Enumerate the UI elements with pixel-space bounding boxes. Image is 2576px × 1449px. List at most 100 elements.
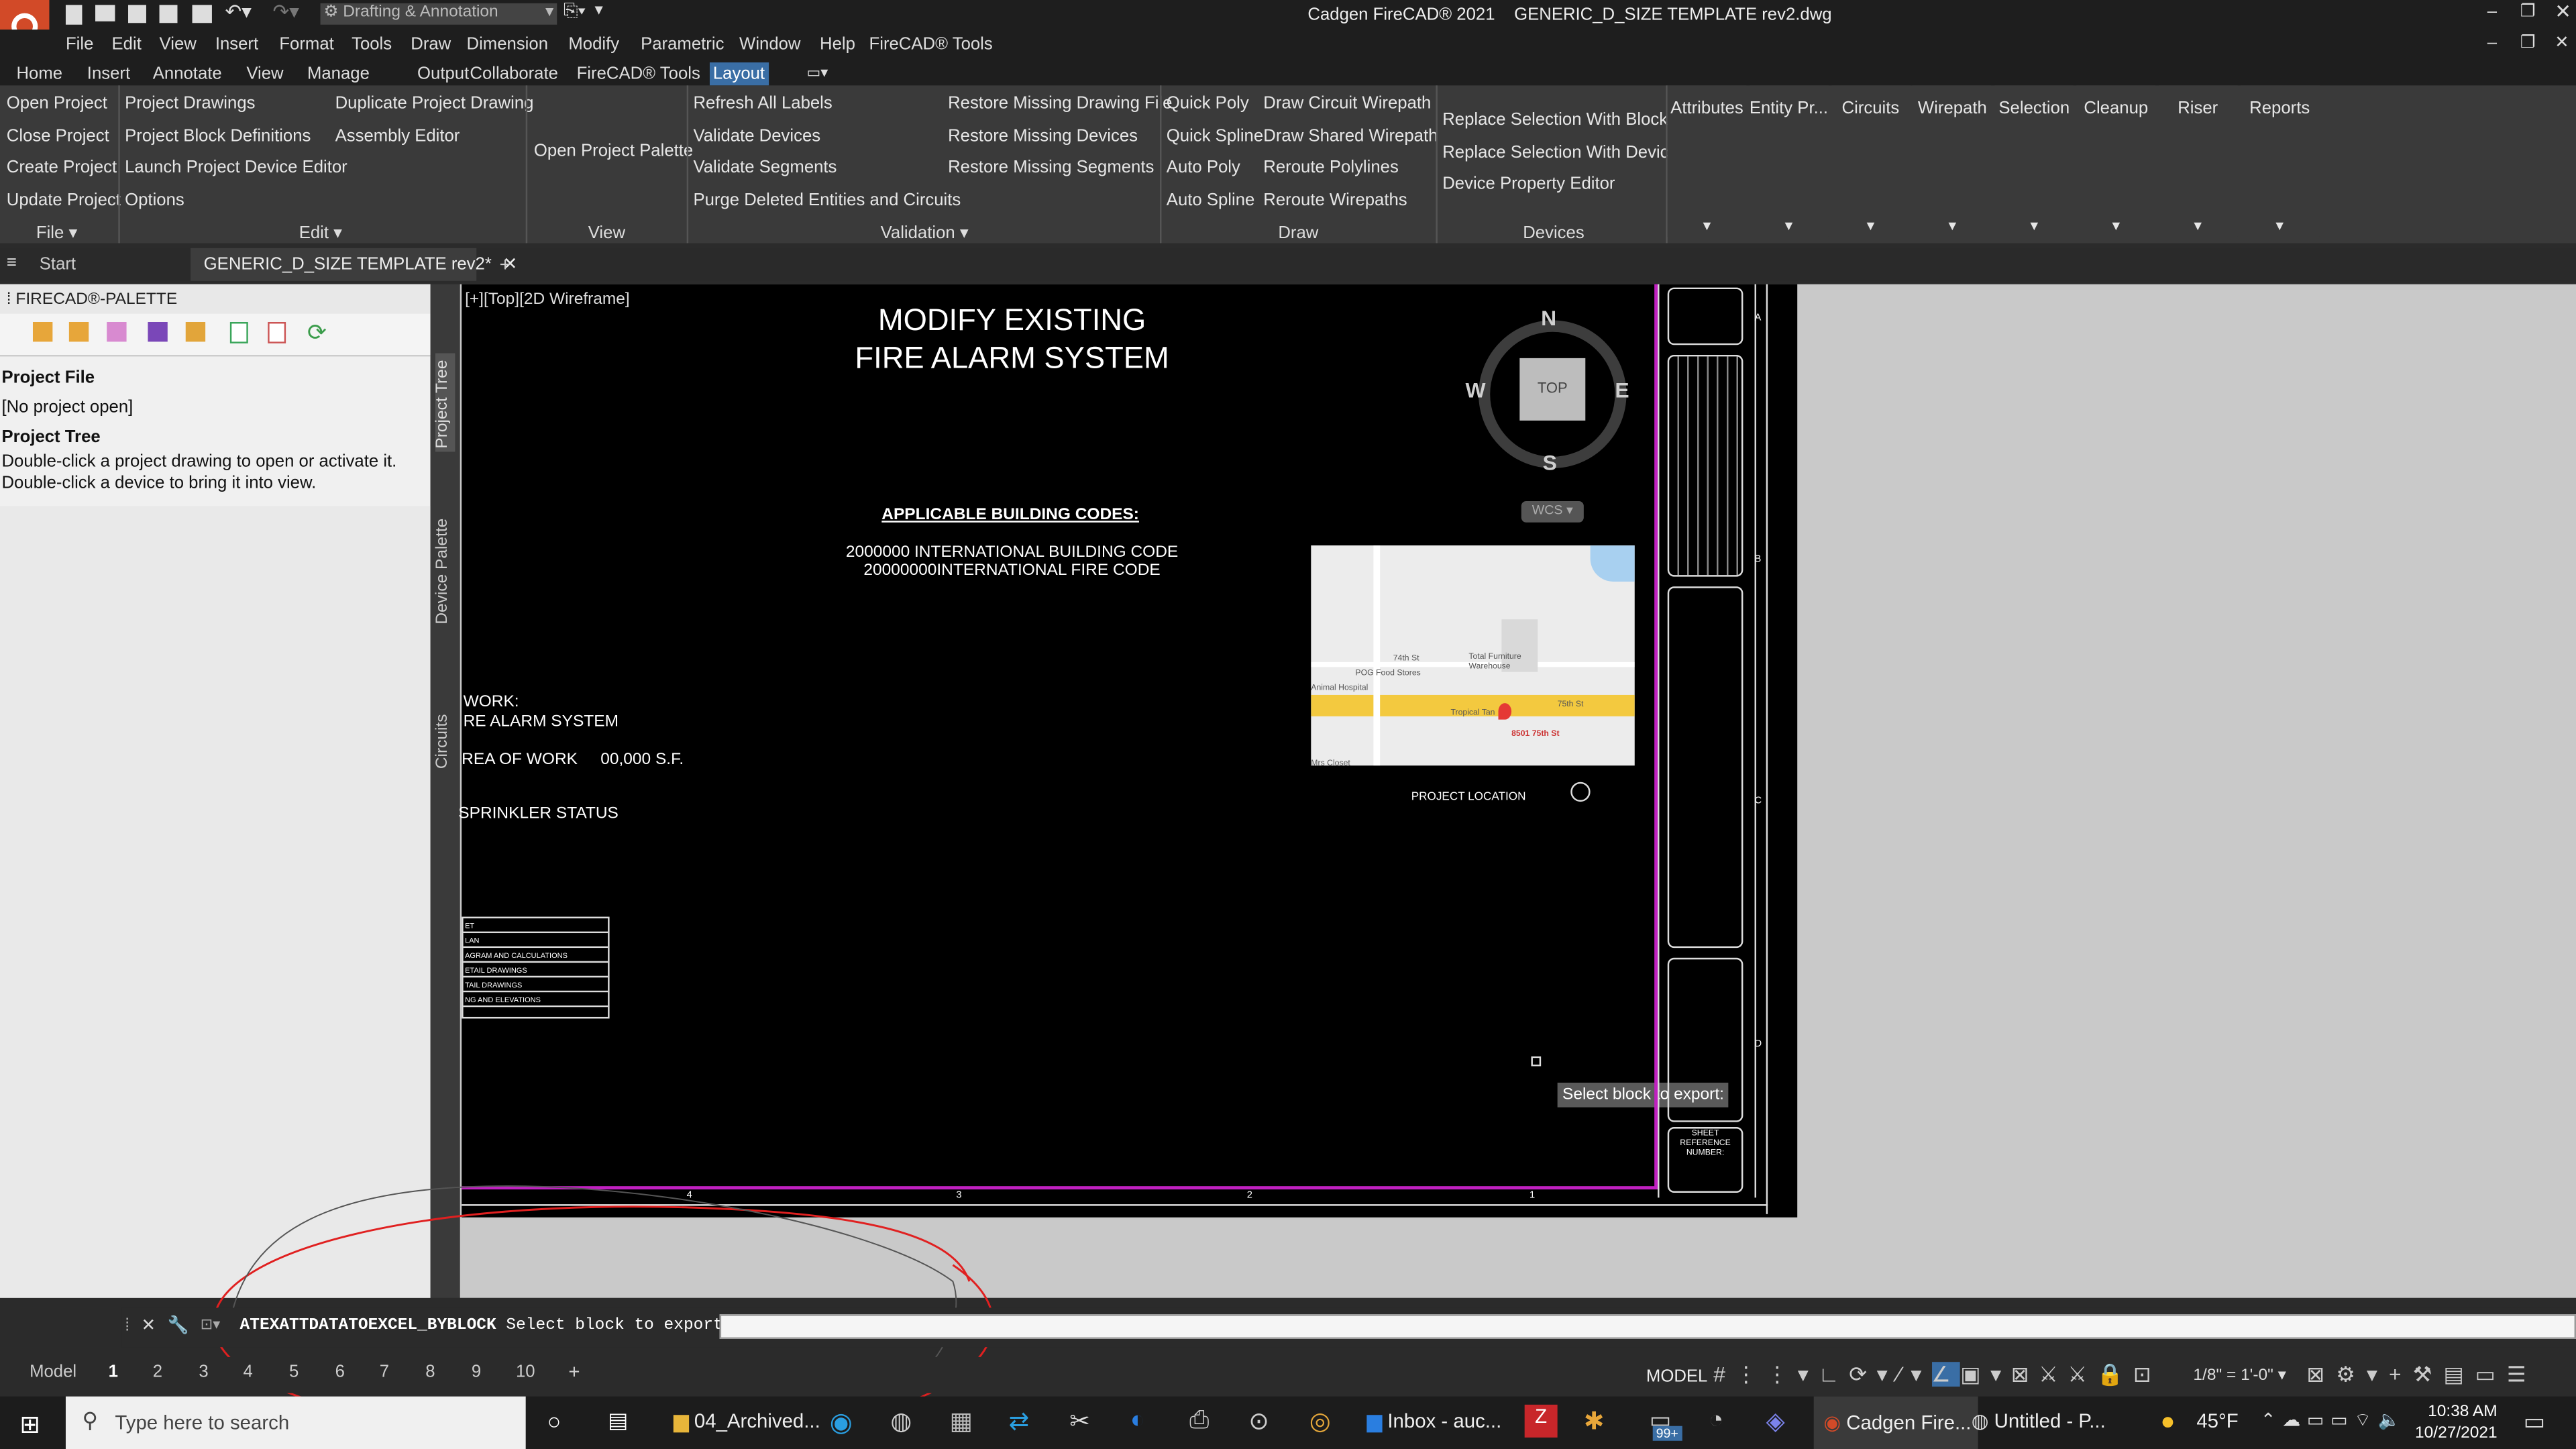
menu-item-tools[interactable]: Tools [352,34,392,54]
save-icon[interactable] [148,322,168,342]
taskbar-app-explorer[interactable]: ▆ 04_Archived... [674,1409,820,1432]
new-file-icon[interactable] [65,5,83,25]
save-icon[interactable] [128,5,146,23]
layout-tab-5[interactable]: 5 [289,1362,299,1381]
file-close-project-button[interactable]: Close Project [7,125,109,145]
validation-restore-missing-segments-button[interactable]: Restore Missing Segments [948,158,1154,177]
edit-assembly-editor-button[interactable]: Assembly Editor [335,125,460,145]
weather-temp[interactable]: 45°F [2196,1409,2238,1432]
action-center-icon[interactable]: ▭ [2524,1408,2545,1436]
edit-options-button[interactable]: Options [125,190,184,209]
tab-active-drawing[interactable]: GENERIC_D_SIZE TEMPLATE rev2* ✕ [191,248,517,281]
ribbon-dropdown-wirepath[interactable]: Wirepath ▼ [1913,85,1992,237]
add-page-icon[interactable] [229,322,248,343]
layout-tab-6[interactable]: 6 [335,1362,345,1381]
workspace-dropdown[interactable]: ⚙ Drafting & Annotation ▾ [320,3,557,25]
edit-project-drawings-button[interactable]: Project Drawings [125,94,255,113]
draw-reroute-polylines-button[interactable]: Reroute Polylines [1263,158,1399,177]
status-right-tools-icon[interactable]: ⊠⚙▾+⚒▤▭☰ [2306,1362,2537,1388]
add-layout-icon[interactable]: + [568,1360,580,1383]
share-icon[interactable]: ⎘▾ [564,1,586,23]
print-icon[interactable] [192,5,212,23]
app-orange-icon[interactable]: ✱ [1584,1406,1605,1436]
printer-icon[interactable]: ⎙ [1189,1406,1209,1434]
draw-reroute-wirepaths-button[interactable]: Reroute Wirepaths [1263,190,1407,209]
teams-icon[interactable]: ◈ [1766,1406,1785,1436]
app-blue-icon[interactable]: ◐ [1130,1406,1145,1434]
edit-project-block-definitions-button[interactable]: Project Block Definitions [125,125,311,145]
snip-icon[interactable]: ✂ [1069,1406,1090,1436]
draw-auto-spline-button[interactable]: Auto Spline [1167,190,1255,209]
windows-start-icon[interactable]: ⊞ [19,1409,40,1440]
menu-hamburger-icon[interactable]: ≡ [7,253,17,272]
new-tab-icon[interactable]: + [499,253,511,276]
annotation-scale[interactable]: 1/8" = 1'-0" ▾ [2193,1367,2286,1385]
taskbar-search[interactable]: ⚲ Type here to search [65,1396,526,1449]
file-update-project-button[interactable]: Update Project [7,190,121,209]
ribbon-tab-insert[interactable]: Insert [84,62,133,85]
validation-restore-missing-devices-button[interactable]: Restore Missing Devices [948,125,1138,145]
menu-item-modify[interactable]: Modify [568,34,619,54]
ribbon-tab-annotate[interactable]: Annotate [150,62,225,85]
qat-dropdown-icon[interactable]: ▾ [595,1,603,19]
recent-commands-icon[interactable]: ⊡▾ [201,1316,221,1334]
menu-item-firecadtools[interactable]: FireCAD® Tools [869,34,993,54]
filezilla-icon[interactable]: Z [1524,1404,1558,1438]
taskbar-app-outlook[interactable]: ▆ Inbox - auc... [1367,1409,1502,1432]
viewcube-top[interactable]: TOP [1519,358,1586,421]
compass-w[interactable]: W [1466,378,1486,402]
layout-tab-2[interactable]: 2 [153,1362,162,1381]
folder-add-icon[interactable] [68,322,89,342]
validation-restore-missing-drawing-file-button[interactable]: Restore Missing Drawing File [948,94,1172,113]
layout-tab-1[interactable]: 1 [109,1362,118,1381]
layout-paper[interactable]: [+][Top][2D Wireframe] MODIFY EXISTING F… [458,284,1798,1218]
clock[interactable]: 10:38 AM 10/27/2021 [2415,1401,2498,1444]
ribbon-dropdown-cleanup[interactable]: Cleanup ▼ [2076,85,2156,237]
ribbon-dropdown-riser[interactable]: Riser ▼ [2158,85,2238,237]
undo-icon[interactable]: ↶▾ [225,0,252,23]
ribbon-dropdown-attributes[interactable]: Attributes ▼ [1667,85,1747,237]
teamviewer-icon[interactable]: ⇄ [1009,1406,1030,1436]
weather-sun-icon[interactable]: ● [2160,1408,2175,1436]
draw-quick-spline-button[interactable]: Quick Spline [1167,125,1263,145]
ribbon-tab-layout[interactable]: Layout [709,62,768,86]
validation-refresh-all-labels-button[interactable]: Refresh All Labels [693,94,832,113]
close-command-icon[interactable]: ✕ [142,1316,156,1336]
cortana-icon[interactable]: ○ [547,1408,561,1434]
layout-tab-10[interactable]: 10 [516,1362,535,1381]
gauge-icon[interactable]: ◔ [1709,1406,1723,1434]
compass-s[interactable]: S [1543,450,1557,475]
draw-draw-circuit-wirepath-button[interactable]: Draw Circuit Wirepath [1263,94,1431,113]
ribbon-tab-view[interactable]: View [243,62,286,85]
ribbon-tab-home[interactable]: Home [13,62,66,85]
edge-icon[interactable]: ◉ [830,1406,853,1439]
restore-icon[interactable]: ❐ [2520,1,2536,21]
drawing-icon[interactable] [185,322,206,342]
menu-item-file[interactable]: File [66,34,93,54]
taskbar-app-firecad[interactable]: ◉ Cadgen Fire... [1813,1396,1978,1449]
validation-validate-segments-button[interactable]: Validate Segments [693,158,837,177]
calculator-icon[interactable]: ▦ [950,1406,973,1436]
validation-validate-devices-button[interactable]: Validate Devices [693,125,820,145]
doc-restore-icon[interactable]: ❐ [2520,33,2536,52]
devices-replace-selection-with-device-button[interactable]: Replace Selection With Device [1442,142,1678,162]
menu-item-dimension[interactable]: Dimension [467,34,548,54]
file-create-project-button[interactable]: Create Project [7,158,117,177]
close-icon[interactable]: ✕ [2555,0,2571,23]
redo-icon[interactable]: ↷▾ [273,0,299,23]
wcs-menu[interactable]: WCS ▾ [1521,500,1584,523]
side-tab-device-palette[interactable]: Device Palette [434,519,452,625]
taskbar-app-paint[interactable]: ◍ Untitled - P... [1972,1409,2106,1432]
menu-item-parametric[interactable]: Parametric [641,34,724,54]
compass-e[interactable]: E [1615,378,1629,402]
validation-purge-deleted-entities-and-circuits-button[interactable]: Purge Deleted Entities and Circuits [693,190,961,209]
devices-replace-selection-with-block-button[interactable]: Replace Selection With Block [1442,110,1668,129]
menu-item-view[interactable]: View [160,34,197,54]
ribbon-tab-firecadtools[interactable]: FireCAD® Tools [574,62,704,85]
menu-item-insert[interactable]: Insert [215,34,258,54]
menu-item-format[interactable]: Format [279,34,333,54]
ribbon-dropdown-entity-pr-[interactable]: Entity Pr... ▼ [1749,85,1829,237]
ribbon-dropdown-circuits[interactable]: Circuits ▼ [1831,85,1911,237]
menu-item-window[interactable]: Window [739,34,800,54]
refresh-icon[interactable]: ⟳ [307,319,327,347]
